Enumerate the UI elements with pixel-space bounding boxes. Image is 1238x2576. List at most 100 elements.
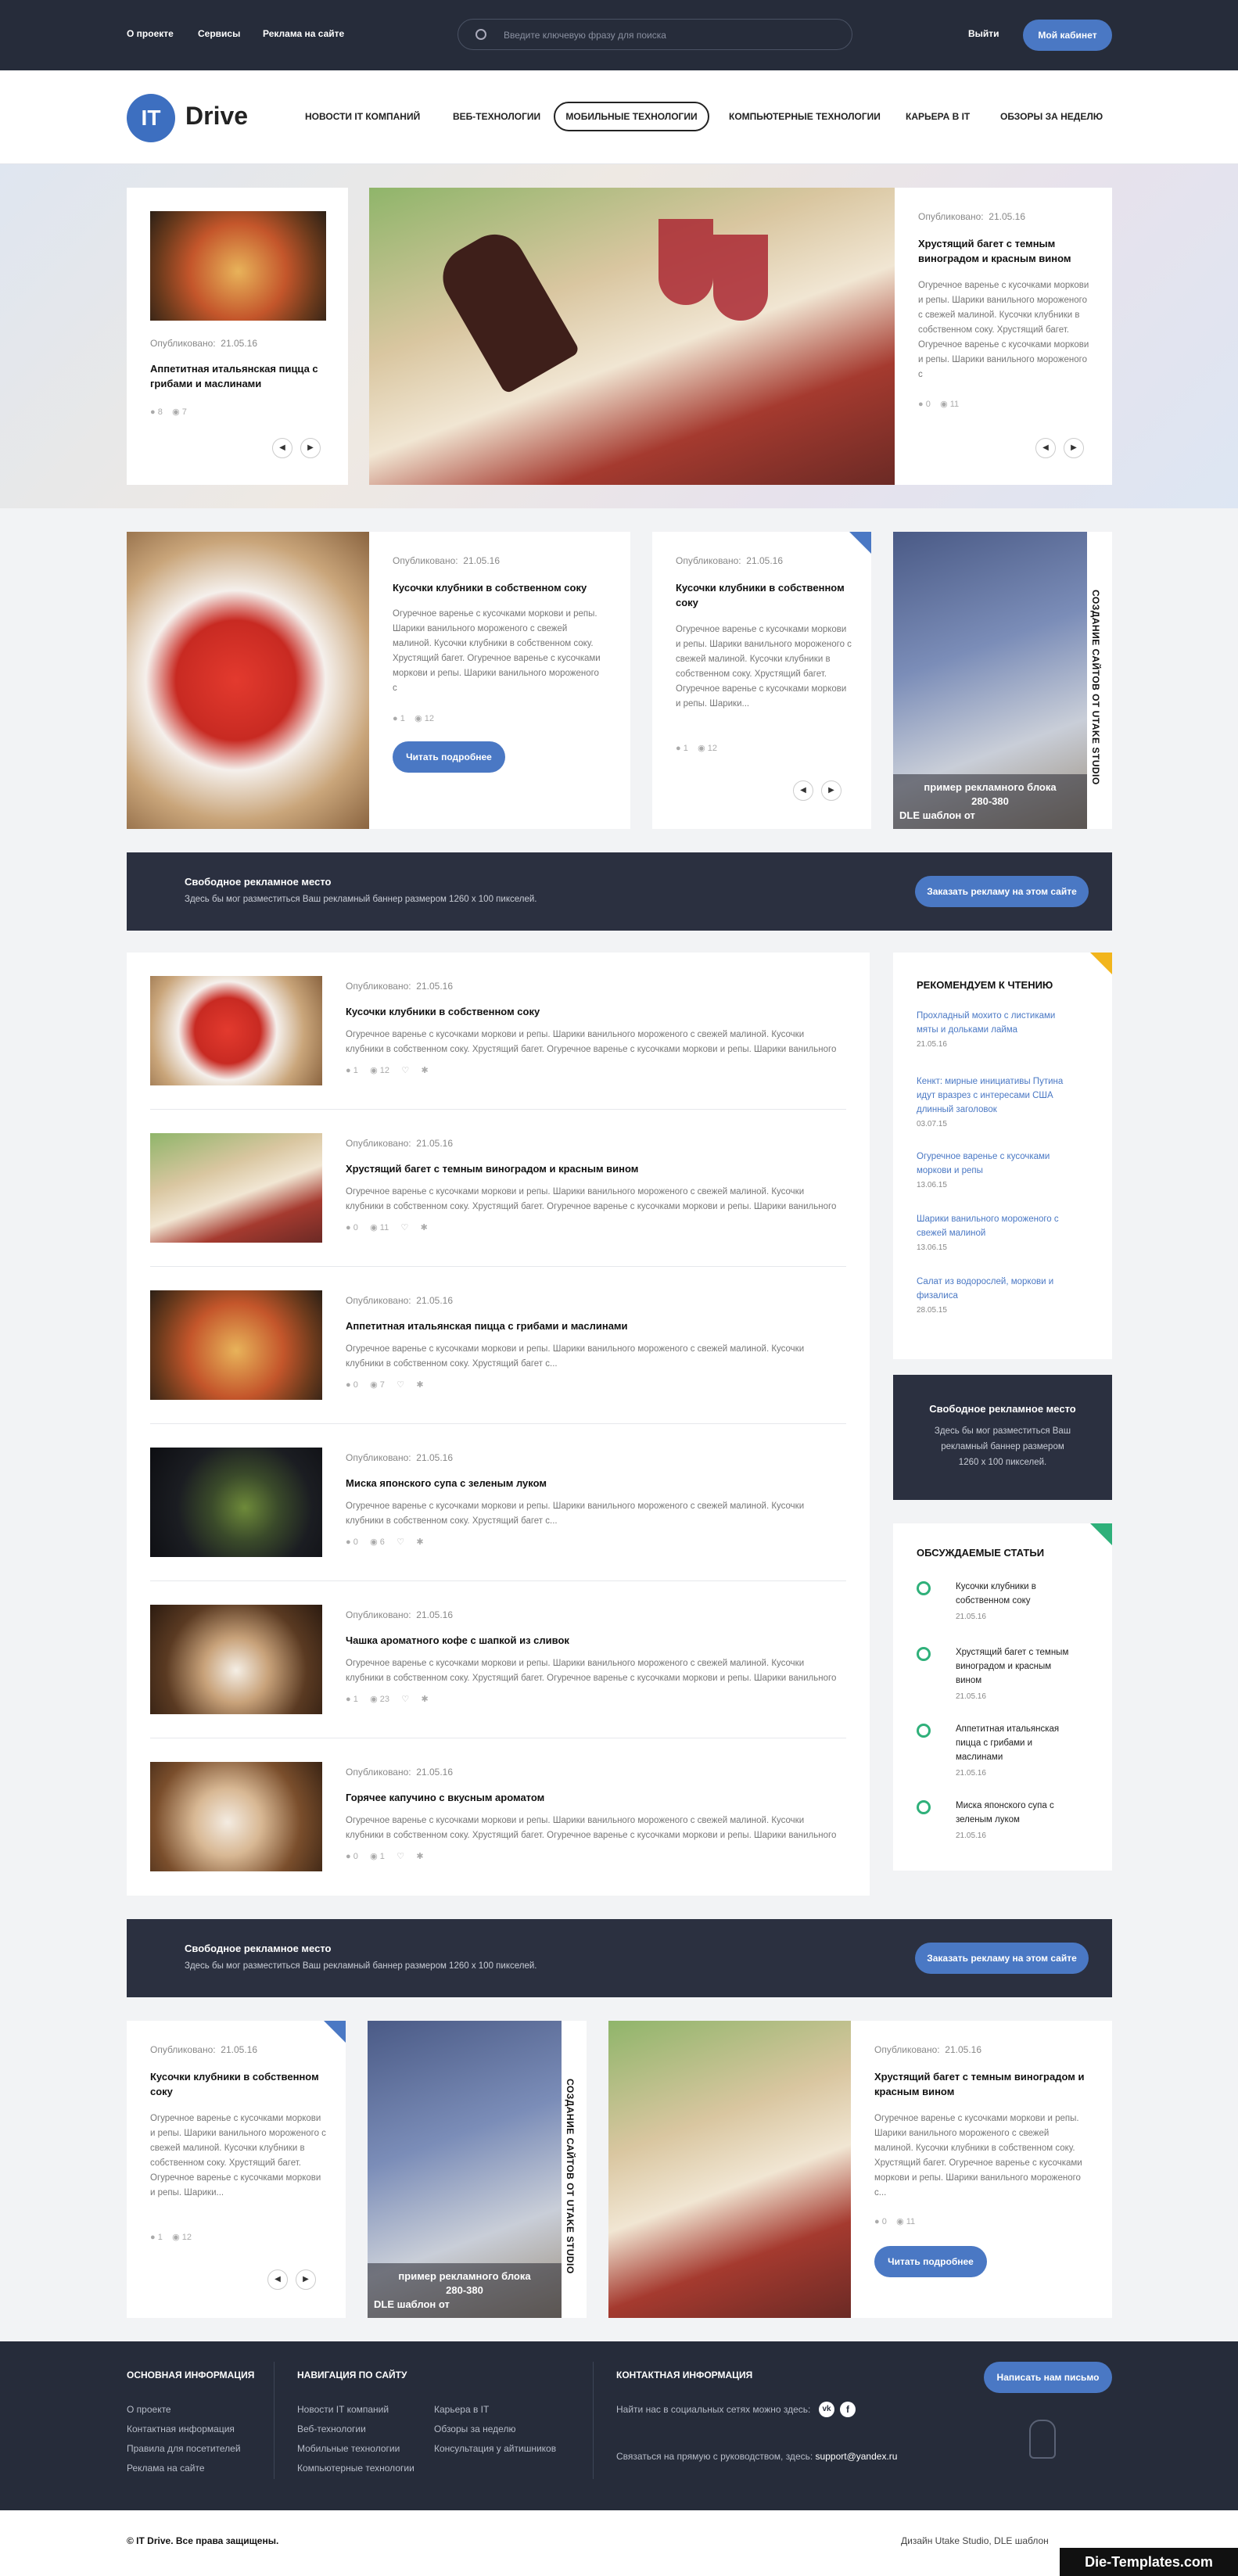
logo-badge[interactable]: IT (127, 94, 175, 142)
footer-link[interactable]: О проекте (127, 2404, 171, 2415)
order-ad-button[interactable]: Заказать рекламу на этом сайте (915, 1943, 1089, 1974)
recommend-item[interactable]: Прохладный мохито с листиками мяты и дол… (917, 1009, 1073, 1049)
topbar-link-about[interactable]: О проекте (127, 28, 174, 39)
order-ad-button[interactable]: Заказать рекламу на этом сайте (915, 876, 1089, 907)
featured-b-title[interactable]: Кусочки клубники в собственном соку (676, 580, 856, 610)
article-row[interactable]: Опубликовано: 21.05.16 Миска японского су… (127, 1448, 870, 1581)
write-us-button[interactable]: Написать нам письмо (984, 2362, 1112, 2393)
heart-icon[interactable]: ♡ (397, 1537, 404, 1547)
heart-icon[interactable]: ♡ (401, 1223, 409, 1232)
hero-card-left[interactable]: Опубликовано: 21.05.16 Аппетитная италья… (127, 188, 348, 485)
facebook-icon[interactable]: f (840, 2402, 856, 2417)
star-icon[interactable]: ✱ (421, 1695, 428, 1704)
star-icon[interactable]: ✱ (416, 1380, 423, 1390)
article-row[interactable]: Опубликовано: 21.05.16 Кусочки клубники в… (127, 976, 870, 1110)
promo-block-2[interactable]: СОЗДАНИЕ САЙТОВ ОТ UTAKE STUDIO пример р… (368, 2021, 587, 2318)
featured-a-title[interactable]: Кусочки клубники в собственном соку (393, 580, 612, 595)
footer-email[interactable]: support@yandex.ru (816, 2451, 898, 2462)
footer-link[interactable]: Мобильные технологии (297, 2443, 400, 2454)
promo-block[interactable]: СОЗДАНИЕ САЙТОВ ОТ UTAKE STUDIO пример р… (893, 532, 1112, 829)
vk-icon[interactable]: vk (819, 2402, 834, 2417)
article-title[interactable]: Аппетитная итальянская пицца с грибами и… (346, 1318, 831, 1333)
article-title[interactable]: Чашка ароматного кофе с шапкой из сливок (346, 1633, 831, 1648)
article-row[interactable]: Опубликовано: 21.05.16 Чашка ароматного к… (127, 1605, 870, 1738)
article-title[interactable]: Хрустящий багет с темным виноградом и кр… (346, 1161, 831, 1176)
nav-item-web[interactable]: ВЕБ-ТЕХНОЛОГИИ (453, 111, 540, 122)
recommend-link[interactable]: Шарики ванильного мороженого с свежей ма… (917, 1212, 1073, 1240)
bottom-card-b[interactable]: Опубликовано: 21.05.16 Хрустящий багет с… (851, 2021, 1112, 2318)
next-arrow-icon[interactable]: ▶ (1064, 438, 1084, 458)
next-arrow-icon[interactable]: ▶ (300, 438, 321, 458)
logo-name[interactable]: Drive (185, 102, 248, 131)
bottom-a-title[interactable]: Кусочки клубники в собственном соку (150, 2069, 330, 2099)
sidebar-ad[interactable]: Свободное рекламное место Здесь бы мог р… (893, 1375, 1112, 1500)
logout-link[interactable]: Выйти (968, 28, 999, 39)
prev-arrow-icon[interactable]: ◀ (272, 438, 292, 458)
star-icon[interactable]: ✱ (421, 1066, 428, 1075)
nav-item-reviews[interactable]: ОБЗОРЫ ЗА НЕДЕЛЮ (1000, 111, 1103, 122)
featured-card-a[interactable]: Опубликовано: 21.05.16 Кусочки клубники … (369, 532, 630, 829)
search-input[interactable]: Введите ключевую фразу для поиска (458, 19, 852, 50)
article-image[interactable] (150, 1290, 322, 1400)
article-image[interactable] (150, 976, 322, 1085)
discussed-item[interactable]: Хрустящий багет с темным виноградом и кр… (917, 1645, 1096, 1701)
footer-link[interactable]: Компьютерные технологии (297, 2463, 414, 2474)
star-icon[interactable]: ✱ (421, 1223, 428, 1232)
article-row[interactable]: Опубликовано: 21.05.16 Хрустящий багет с … (127, 1133, 870, 1267)
footer-link[interactable]: Веб-технологии (297, 2424, 366, 2434)
footer-link[interactable]: Карьера в IT (434, 2404, 489, 2415)
recommend-link[interactable]: Огуречное варенье с кусочками моркови и … (917, 1150, 1073, 1178)
discussed-item[interactable]: Миска японского супа с зеленым луком 21.0… (917, 1799, 1096, 1840)
discussed-item[interactable]: Кусочки клубники в собственном соку 21.05… (917, 1580, 1096, 1621)
topbar-link-services[interactable]: Сервисы (198, 28, 240, 39)
article-row[interactable]: Опубликовано: 21.05.16 Горячее капучино с… (127, 1762, 870, 1871)
hero-left-title[interactable]: Аппетитная итальянская пицца с грибами и… (150, 361, 330, 391)
discussed-title[interactable]: Миска японского супа с зеленым луком (956, 1799, 1073, 1827)
ad-banner[interactable]: Свободное рекламное место Здесь бы мог р… (127, 852, 1112, 931)
prev-arrow-icon[interactable]: ◀ (267, 2269, 288, 2290)
nav-item-mobile[interactable]: МОБИЛЬНЫЕ ТЕХНОЛОГИИ (554, 102, 709, 131)
footer-link[interactable]: Обзоры за неделю (434, 2424, 515, 2434)
bottom-b-title[interactable]: Хрустящий багет с темным виноградом и кр… (874, 2069, 1093, 2099)
topbar-link-ads[interactable]: Реклама на сайте (263, 28, 344, 39)
featured-card-b[interactable]: Опубликовано: 21.05.16 Кусочки клубники … (652, 532, 871, 829)
article-row[interactable]: Опубликовано: 21.05.16 Аппетитная итальян… (127, 1290, 870, 1424)
strawberry-image[interactable] (127, 532, 369, 829)
article-image[interactable] (150, 1605, 322, 1714)
bottom-wine-image[interactable] (608, 2021, 851, 2318)
nav-item-career[interactable]: КАРЬЕРА В IT (906, 111, 970, 122)
heart-icon[interactable]: ♡ (397, 1852, 404, 1861)
prev-arrow-icon[interactable]: ◀ (793, 780, 813, 801)
discussed-title[interactable]: Аппетитная итальянская пицца с грибами и… (956, 1722, 1073, 1764)
cabinet-button[interactable]: Мой кабинет (1023, 20, 1112, 51)
prev-arrow-icon[interactable]: ◀ (1035, 438, 1056, 458)
discussed-title[interactable]: Хрустящий багет с темным виноградом и кр… (956, 1645, 1073, 1688)
credits[interactable]: Дизайн Utake Studio, DLE шаблон (901, 2535, 1049, 2546)
next-arrow-icon[interactable]: ▶ (821, 780, 841, 801)
article-image[interactable] (150, 1133, 322, 1243)
recommend-link[interactable]: Салат из водорослей, моркови и физалиса (917, 1275, 1073, 1303)
heart-icon[interactable]: ♡ (397, 1380, 404, 1390)
footer-link[interactable]: Реклама на сайте (127, 2463, 205, 2474)
recommend-item[interactable]: Шарики ванильного мороженого с свежей ма… (917, 1212, 1073, 1252)
ad-banner-2[interactable]: Свободное рекламное место Здесь бы мог р… (127, 1919, 1112, 1997)
star-icon[interactable]: ✱ (416, 1852, 423, 1861)
nav-item-it-news[interactable]: НОВОСТИ IT КОМПАНИЙ (305, 111, 420, 122)
read-more-button[interactable]: Читать подробнее (393, 741, 505, 773)
recommend-item[interactable]: Огуречное варенье с кусочками моркови и … (917, 1150, 1073, 1189)
hero-right-title[interactable]: Хрустящий багет с темным виноградом и кр… (918, 236, 1098, 266)
bottom-card-a[interactable]: Опубликовано: 21.05.16 Кусочки клубники … (127, 2021, 346, 2318)
article-image[interactable] (150, 1762, 322, 1871)
next-arrow-icon[interactable]: ▶ (296, 2269, 316, 2290)
footer-link[interactable]: Новости IT компаний (297, 2404, 389, 2415)
discussed-title[interactable]: Кусочки клубники в собственном соку (956, 1580, 1073, 1608)
nav-item-computer[interactable]: КОМПЬЮТЕРНЫЕ ТЕХНОЛОГИИ (729, 111, 881, 122)
recommend-item[interactable]: Кенкт: мирные инициативы Путина идут вра… (917, 1075, 1073, 1128)
footer-link[interactable]: Правила для посетителей (127, 2443, 241, 2454)
recommend-link[interactable]: Прохладный мохито с листиками мяты и дол… (917, 1009, 1073, 1037)
hero-wine-image[interactable] (369, 188, 895, 485)
star-icon[interactable]: ✱ (416, 1537, 423, 1547)
article-image[interactable] (150, 1448, 322, 1557)
footer-link[interactable]: Контактная информация (127, 2424, 235, 2434)
heart-icon[interactable]: ♡ (401, 1695, 409, 1704)
